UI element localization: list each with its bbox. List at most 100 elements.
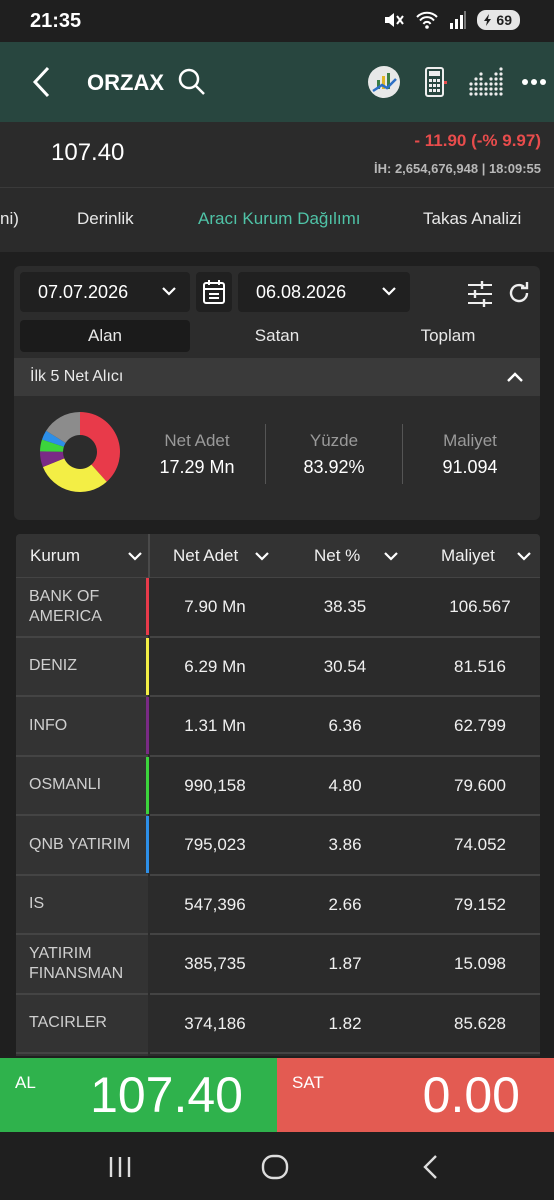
cell-net-pct: 2.66 <box>328 894 362 914</box>
tab-derinlik[interactable]: Derinlik <box>77 209 134 229</box>
price-row: 107.40 - 11.90 (-% 9.97) İH: 2,654,676,9… <box>0 122 554 188</box>
bolt-icon <box>484 14 492 26</box>
cell-net-pct: 6.36 <box>328 716 362 735</box>
more-button[interactable] <box>516 64 552 100</box>
table-row[interactable]: INFO 1.31 Mn 6.36 62.799 <box>16 697 540 757</box>
table-row[interactable]: QNB YATIRIM 795,023 3.86 74.052 <box>16 816 540 876</box>
depth-chart-button[interactable] <box>468 64 504 100</box>
analysis-button[interactable] <box>366 64 402 100</box>
cell-net-adet: 547,396 <box>184 894 246 914</box>
cell-maliyet: 79.152 <box>454 894 506 914</box>
row-color-marker <box>146 578 149 635</box>
cell-net-pct: 30.54 <box>323 656 367 676</box>
refresh-icon <box>509 282 529 303</box>
search-button[interactable] <box>176 66 208 98</box>
segment-satan[interactable]: Satan <box>192 320 362 352</box>
row-values: 795,023 3.86 74.052 <box>150 816 540 876</box>
home-button[interactable] <box>258 1150 292 1184</box>
row-values <box>150 1054 540 1056</box>
stat-label: Yüzde <box>309 431 359 450</box>
stat-label: Maliyet <box>443 431 497 450</box>
row-color-marker <box>146 935 149 992</box>
row-values: 990,158 4.80 79.600 <box>150 757 540 816</box>
filter-settings-button[interactable] <box>466 280 494 308</box>
column-label: Net % <box>314 546 361 565</box>
tab-araci-kurum-dagilimi[interactable]: Aracı Kurum Dağılımı <box>198 209 361 229</box>
back-button[interactable] <box>26 62 56 102</box>
buy-button[interactable]: AL 107.40 <box>0 1058 277 1132</box>
cell-kurum: QNB YATIRIM <box>16 816 148 876</box>
start-date-select[interactable]: 07.07.2026 <box>20 272 190 312</box>
buy-label: AL <box>15 1073 36 1092</box>
table-row[interactable]: OSMANLI 990,158 4.80 79.600 <box>16 756 540 816</box>
refresh-button[interactable] <box>506 280 534 308</box>
volume-time: İH: 2,654,676,948 | 18:09:55 <box>374 161 541 176</box>
distribution-card: 07.07.2026 06.08.2026 Alan Satan Toplam … <box>14 266 540 520</box>
column-header-kurum[interactable]: Kurum <box>30 534 142 578</box>
cell-maliyet: 74.052 <box>454 835 506 854</box>
mute-icon <box>385 13 405 27</box>
trade-bar: AL 107.40 SAT 0.00 <box>0 1058 554 1132</box>
cell-net-adet: 1.31 Mn <box>184 716 246 735</box>
cell-net-adet: 6.29 Mn <box>184 656 246 676</box>
table-row[interactable]: IS 547,396 2.66 79.152 <box>16 875 540 935</box>
cell-maliyet: 85.628 <box>454 1013 506 1033</box>
table-row[interactable]: YATIRIM FINANSMAN 385,735 1.87 15.098 <box>16 935 540 995</box>
row-color-marker <box>146 995 149 1052</box>
cell-kurum: OSMANLI <box>16 756 148 816</box>
stat-label: Net Adet <box>164 431 230 450</box>
column-header-maliyet[interactable]: Maliyet <box>441 534 531 578</box>
sell-button[interactable]: SAT 0.00 <box>277 1058 554 1132</box>
stat-yuzde: Yüzde 83.92% <box>279 431 389 478</box>
recent-apps-button[interactable] <box>103 1150 137 1184</box>
calculator-button[interactable] <box>418 64 454 100</box>
stat-value: 17.29 Mn <box>159 457 235 477</box>
battery-level: 69 <box>496 12 512 28</box>
segment-alan[interactable]: Alan <box>20 320 190 352</box>
column-label: Kurum <box>30 546 81 565</box>
stat-divider <box>265 424 266 484</box>
row-color-marker <box>146 1054 149 1056</box>
segment-toplam[interactable]: Toplam <box>363 320 533 352</box>
system-nav-bar <box>0 1132 554 1200</box>
signal-icon <box>450 11 467 29</box>
cell-net-adet: 990,158 <box>184 775 246 795</box>
table-row[interactable] <box>16 1054 540 1056</box>
table-row[interactable]: BANK OF AMERICA 7.90 Mn 38.35 106.567 <box>16 578 540 638</box>
end-date-value: 06.08.2026 <box>256 282 347 302</box>
calendar-button[interactable] <box>196 272 232 312</box>
top-buyers-header[interactable]: İlk 5 Net Alıcı <box>14 358 540 396</box>
end-date-select[interactable]: 06.08.2026 <box>238 272 410 312</box>
row-color-marker <box>146 876 149 933</box>
column-header-net-pct[interactable]: Net % <box>314 534 398 578</box>
price-change: - 11.90 (-% 9.97) <box>414 131 541 150</box>
wifi-icon <box>416 11 439 29</box>
chart-analysis-icon <box>368 66 400 98</box>
row-values: 6.29 Mn 30.54 81.516 <box>150 638 540 697</box>
tab-takas-analizi[interactable]: Takas Analizi <box>423 209 521 229</box>
chevron-down-icon <box>517 552 531 561</box>
cell-kurum: DENIZ <box>16 637 148 697</box>
symbol-title: ORZAX <box>87 70 164 95</box>
status-icons: 69 <box>383 10 520 30</box>
more-icon <box>522 79 546 85</box>
chevron-down-icon <box>255 552 269 561</box>
cell-maliyet: 15.098 <box>454 954 506 973</box>
stat-maliyet: Maliyet 91.094 <box>415 431 525 478</box>
column-header-net-adet[interactable]: Net Adet <box>173 534 269 578</box>
table-row[interactable]: DENIZ 6.29 Mn 30.54 81.516 <box>16 637 540 697</box>
recent-apps-icon <box>109 1157 131 1177</box>
row-color-marker <box>146 637 149 695</box>
cell-net-pct: 3.86 <box>328 835 362 854</box>
cell-kurum <box>16 1054 148 1056</box>
tab-previous[interactable]: ni) <box>0 209 19 229</box>
cell-net-pct: 4.80 <box>328 775 362 795</box>
system-back-button[interactable] <box>414 1150 448 1184</box>
battery-indicator: 69 <box>477 10 520 30</box>
table-row[interactable]: TACIRLER 374,186 1.82 85.628 <box>16 994 540 1054</box>
stat-value: 91.094 <box>442 457 498 477</box>
chevron-up-icon[interactable] <box>504 366 526 388</box>
calendar-icon <box>203 280 225 304</box>
back-icon <box>423 1155 437 1179</box>
status-bar: 21:35 69 <box>0 0 554 42</box>
